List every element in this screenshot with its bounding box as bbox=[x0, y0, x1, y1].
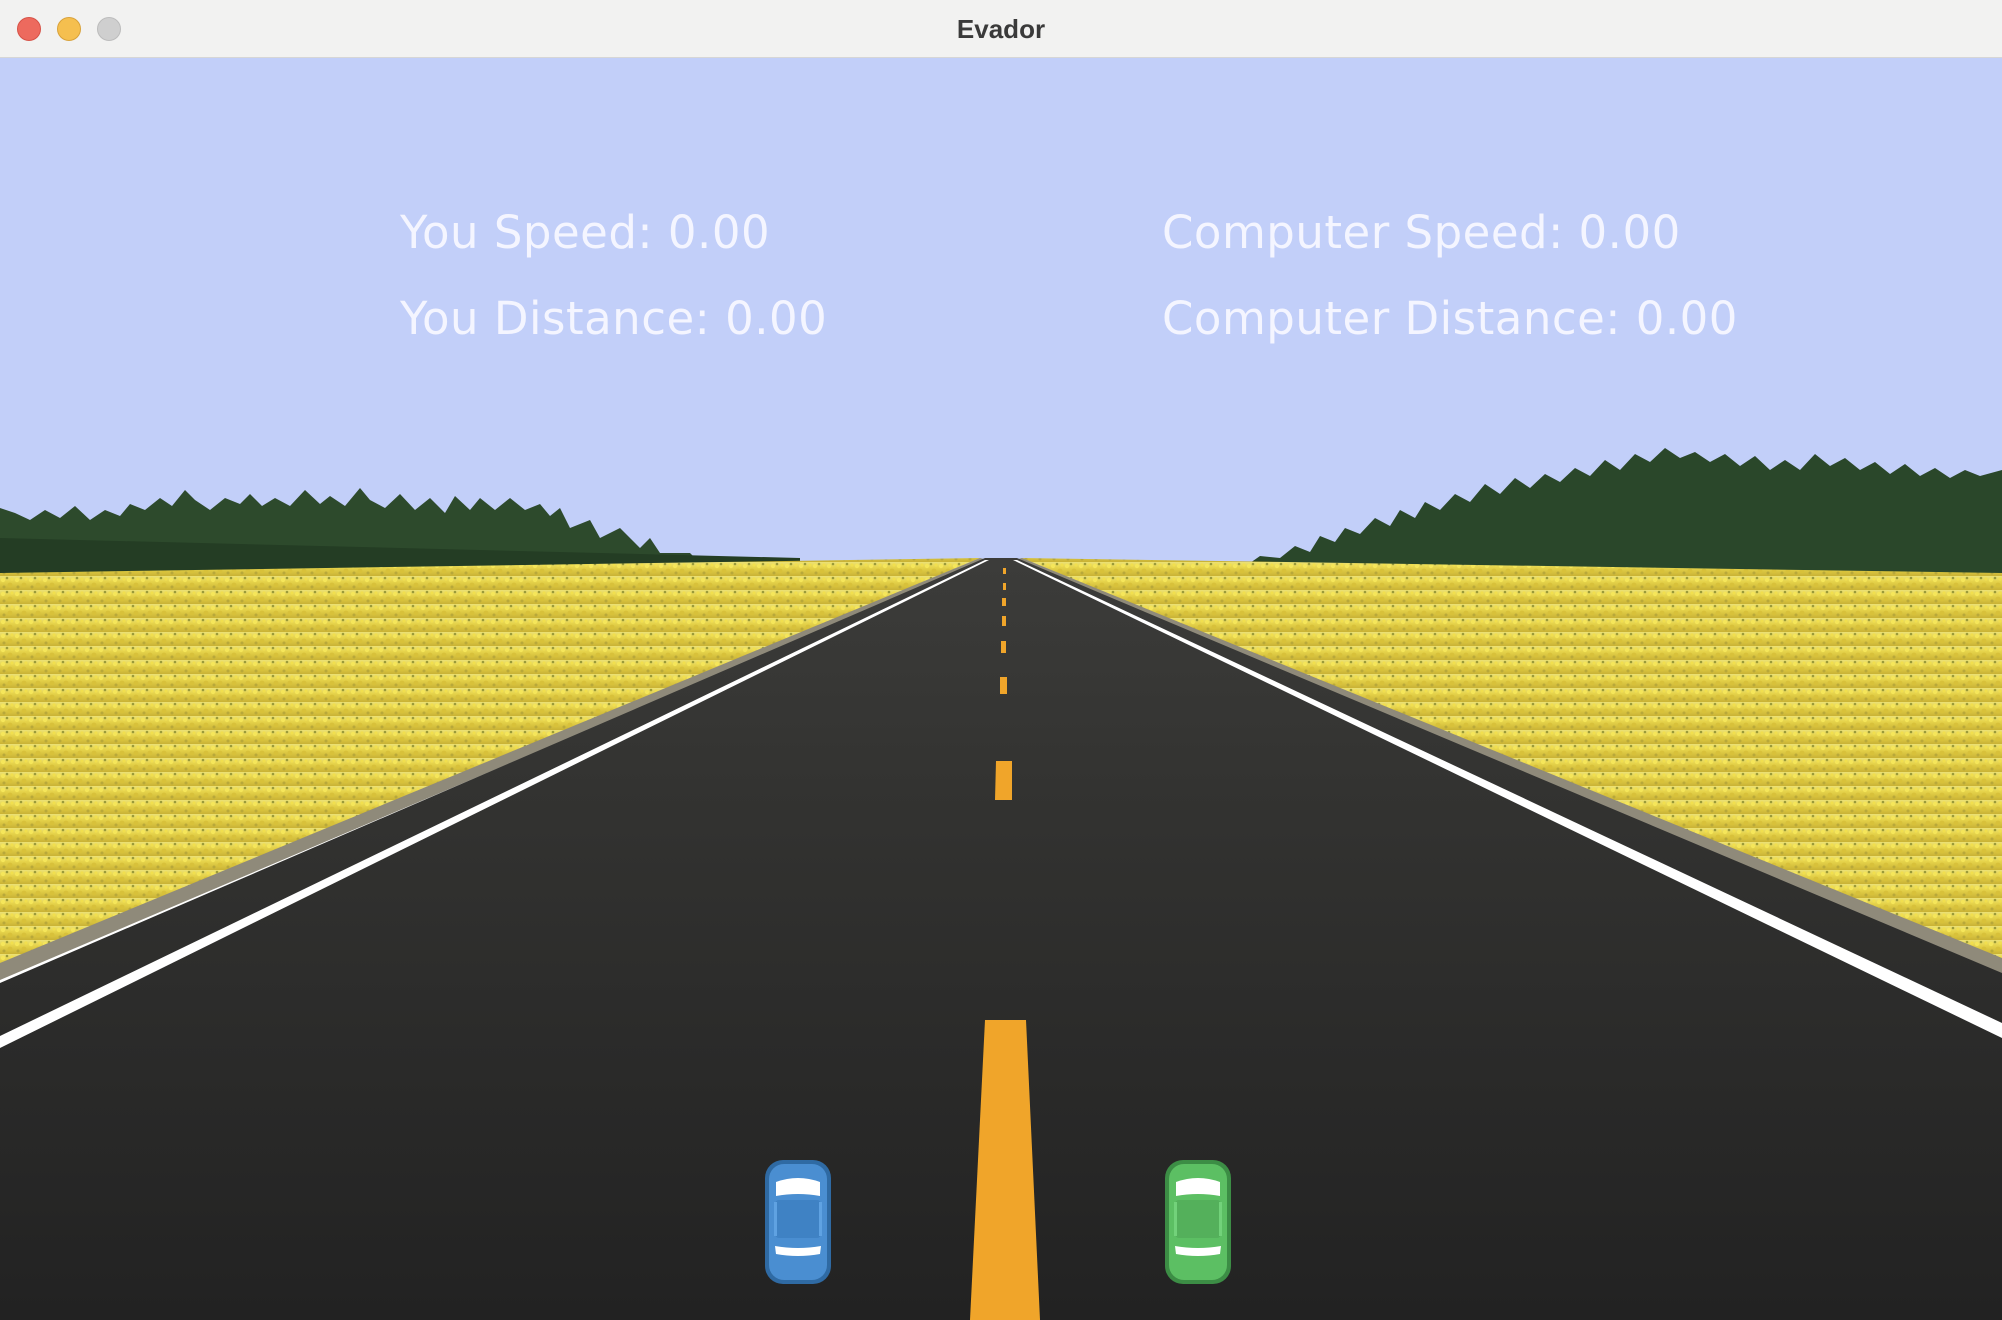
computer-car bbox=[1165, 1160, 1231, 1284]
player-distance-readout: You Distance: 0.00 bbox=[400, 292, 828, 345]
player-stats: You Speed: 0.00 You Distance: 0.00 bbox=[400, 190, 827, 362]
window-title: Evador bbox=[956, 14, 1046, 44]
game-window: Evador You Speed: 0.00 You Distance: 0.0… bbox=[0, 0, 2002, 1320]
computer-stats: Computer Speed: 0.00 Computer Distance: … bbox=[1162, 190, 1738, 362]
game-viewport[interactable]: You Speed: 0.00 You Distance: 0.00 Compu… bbox=[0, 58, 2002, 1320]
player-speed-readout: You Speed: 0.00 bbox=[400, 206, 771, 259]
player-car[interactable] bbox=[762, 1158, 834, 1286]
computer-distance-readout: Computer Distance: 0.00 bbox=[1162, 292, 1738, 345]
title-bar: Evador bbox=[0, 0, 2002, 58]
computer-speed-readout: Computer Speed: 0.00 bbox=[1162, 206, 1681, 259]
